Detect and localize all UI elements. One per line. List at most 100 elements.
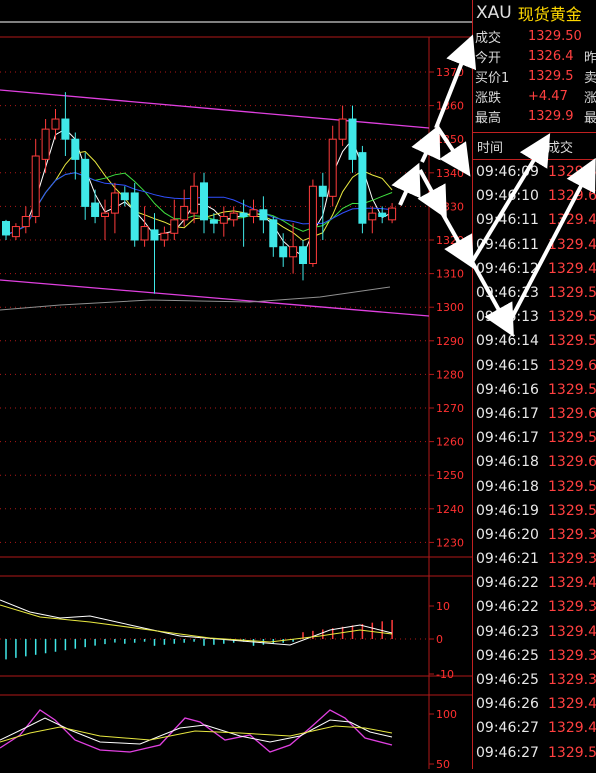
tick-time: 09:46:15 (473, 358, 548, 374)
candle-down (349, 119, 356, 159)
candle-down (3, 222, 10, 235)
kdj-axis-label: 50 (436, 758, 450, 769)
tick-row: 09:46:261329.4 (473, 692, 596, 716)
tick-row: 09:46:141329.5 (473, 329, 596, 353)
candle-down (280, 247, 287, 257)
tick-row: 09:46:131329.5 (473, 305, 596, 329)
candle-up (111, 193, 118, 213)
candle-down (210, 220, 217, 223)
quote-row: 涨跌+4.47涨 (473, 86, 596, 106)
tick-row: 09:46:271329.4 (473, 716, 596, 740)
candle-down (240, 213, 247, 216)
tick-price: 1329.5 (548, 745, 596, 761)
tick-row: 09:46:171329.6 (473, 402, 596, 426)
quote-value: 1329.5 (528, 69, 584, 84)
candle-down (260, 210, 267, 220)
candle-down (72, 139, 79, 159)
candle-down (92, 203, 99, 216)
instrument-header: XAU 现货黄金 (473, 0, 596, 26)
tick-time: 09:46:20 (473, 527, 548, 543)
quote-row: 最高1329.9最 (473, 106, 596, 126)
quote-row: 今开1326.4昨 (473, 46, 596, 66)
price-axis-label: 1250 (436, 469, 464, 482)
candle-down (359, 153, 366, 224)
ma-line-gray (0, 287, 390, 310)
macd-axis-label: 10 (436, 600, 450, 613)
candle-down (201, 183, 208, 220)
tick-price: 1329.3 (548, 648, 596, 664)
tick-price: 1329.5 (548, 333, 596, 349)
price-axis-label: 1310 (436, 268, 464, 281)
tick-time: 09:46:13 (473, 285, 548, 301)
price-axis-label: 1370 (436, 66, 464, 79)
tick-row: 09:46:231329.4 (473, 620, 596, 644)
candle-down (319, 186, 326, 196)
tick-time: 09:46:21 (473, 551, 548, 567)
tick-row: 09:46:121329.4 (473, 257, 596, 281)
tick-time: 09:46:17 (473, 406, 548, 422)
candle-up (161, 233, 168, 240)
tick-price: 1329.5 (548, 430, 596, 446)
tick-price: 1329.5 (548, 479, 596, 495)
tick-price: 1329.3 (548, 672, 596, 688)
tick-time: 09:46:11 (473, 237, 548, 253)
tick-price: 1329.5 (548, 309, 596, 325)
price-axis-label: 1280 (436, 368, 464, 381)
tick-price: 1329.3 (548, 599, 596, 615)
tick-row: 09:46:211329.3 (473, 547, 596, 571)
tick-time: 09:46:12 (473, 261, 548, 277)
tick-row: 09:46:181329.5 (473, 474, 596, 498)
tick-time: 09:46:26 (473, 696, 548, 712)
tick-list[interactable]: 09:46:091329.509:46:101329.609:46:111329… (473, 160, 596, 769)
macd-axis-label: -10 (436, 668, 454, 681)
tick-price: 1329.4 (548, 212, 596, 228)
price-axis-label: 1300 (436, 301, 464, 314)
tick-price: 1329.3 (548, 551, 596, 567)
kdj-d-line (0, 726, 392, 742)
tick-price: 1329.6 (548, 406, 596, 422)
quote-label: 涨跌 (473, 87, 528, 106)
candle-up (339, 119, 346, 139)
tick-time: 09:46:23 (473, 624, 548, 640)
candle-up (141, 227, 148, 240)
candle-up (32, 156, 39, 216)
tick-row: 09:46:111329.4 (473, 233, 596, 257)
tick-time: 09:46:16 (473, 382, 548, 398)
symbol-code: XAU (476, 3, 512, 23)
tick-row: 09:46:091329.5 (473, 160, 596, 184)
quote-extra-label: 卖 (584, 67, 596, 86)
candle-up (329, 139, 336, 196)
candle-down (131, 193, 138, 240)
quote-row: 成交1329.50 (473, 26, 596, 46)
tick-time: 09:46:27 (473, 720, 548, 736)
tick-row: 09:46:171329.5 (473, 426, 596, 450)
candle-up (220, 216, 227, 223)
price-axis-label: 1230 (436, 536, 464, 549)
quote-value: +4.47 (528, 89, 584, 104)
kdj-pane (0, 710, 392, 752)
macd-pane (0, 600, 429, 659)
candle-down (151, 230, 158, 240)
candle-up (102, 213, 109, 216)
tick-price: 1329.3 (548, 527, 596, 543)
tick-price: 1329.4 (548, 720, 596, 736)
tick-row: 09:46:161329.5 (473, 378, 596, 402)
kline-chart[interactable]: 1370136013501340133013201310130012901280… (0, 0, 472, 769)
tick-time: 09:46:18 (473, 479, 548, 495)
quote-value: 1326.4 (528, 49, 584, 64)
tick-row: 09:46:221329.3 (473, 595, 596, 619)
tick-price: 1329.5 (548, 285, 596, 301)
tick-time: 09:46:13 (473, 309, 548, 325)
tick-price: 1329.4 (548, 575, 596, 591)
tick-time: 09:46:22 (473, 575, 548, 591)
tick-price: 1329.4 (548, 624, 596, 640)
tick-price: 1329.6 (548, 358, 596, 374)
tick-price: 1329.6 (548, 188, 596, 204)
price-axis-label: 1260 (436, 436, 464, 449)
ticks-header-price: 成交 (547, 137, 573, 156)
ticks-header-time: 时间 (473, 137, 547, 156)
quote-row: 买价11329.5卖 (473, 66, 596, 86)
macd-axis-label: 0 (436, 633, 443, 646)
candle-up (171, 220, 178, 233)
candle-up (52, 119, 59, 129)
